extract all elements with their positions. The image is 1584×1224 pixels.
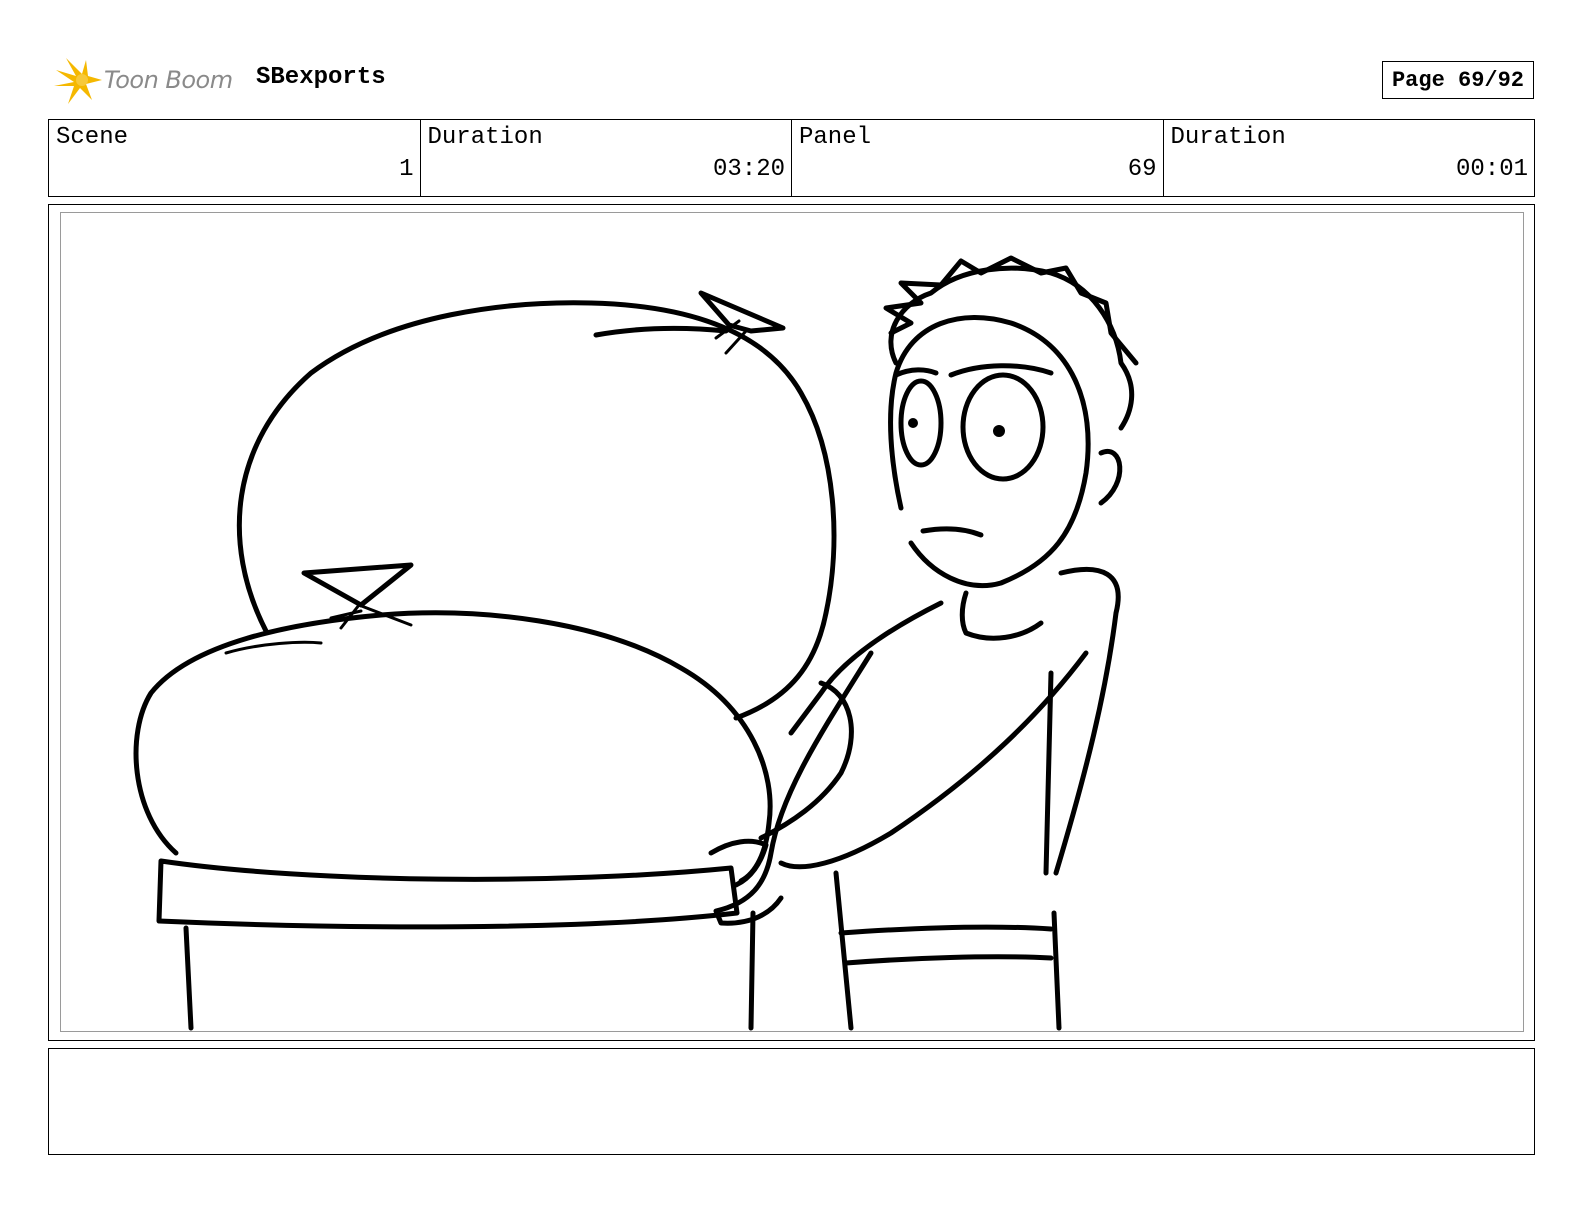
scene-duration-label: Duration	[427, 124, 543, 151]
storyboard-panel-frame	[48, 204, 1535, 1041]
project-name: SBexports	[256, 64, 386, 91]
panel-notes-box	[48, 1048, 1535, 1155]
storyboard-drawing-area	[60, 212, 1524, 1032]
trash-can	[156, 858, 756, 1031]
scene-label: Scene	[56, 124, 129, 151]
scene-duration-value: 03:20	[712, 156, 785, 183]
storyboard-sketch	[133, 255, 1139, 1031]
scene-value: 1	[399, 156, 414, 183]
page-number: Page 69/92	[1382, 61, 1534, 99]
panel-label: Panel	[799, 124, 872, 151]
lower-garbage-bag	[133, 562, 773, 884]
panel-cell: Panel 69	[792, 120, 1164, 196]
scene-duration-cell: Duration 03:20	[421, 120, 792, 196]
character-figure	[708, 255, 1139, 1031]
panel-info-table: Scene 1 Duration 03:20 Panel 69 Duration…	[48, 119, 1535, 197]
upper-garbage-bag	[236, 290, 837, 721]
panel-value: 69	[1127, 156, 1157, 183]
toon-boom-logo: Toon Boom	[52, 56, 242, 106]
starburst-icon	[54, 58, 102, 104]
scene-cell: Scene 1	[49, 120, 421, 196]
logo-text: Toon Boom	[104, 66, 233, 94]
panel-duration-cell: Duration 00:01	[1164, 120, 1535, 196]
panel-duration-value: 00:01	[1455, 156, 1528, 183]
panel-duration-label: Duration	[1170, 124, 1286, 151]
